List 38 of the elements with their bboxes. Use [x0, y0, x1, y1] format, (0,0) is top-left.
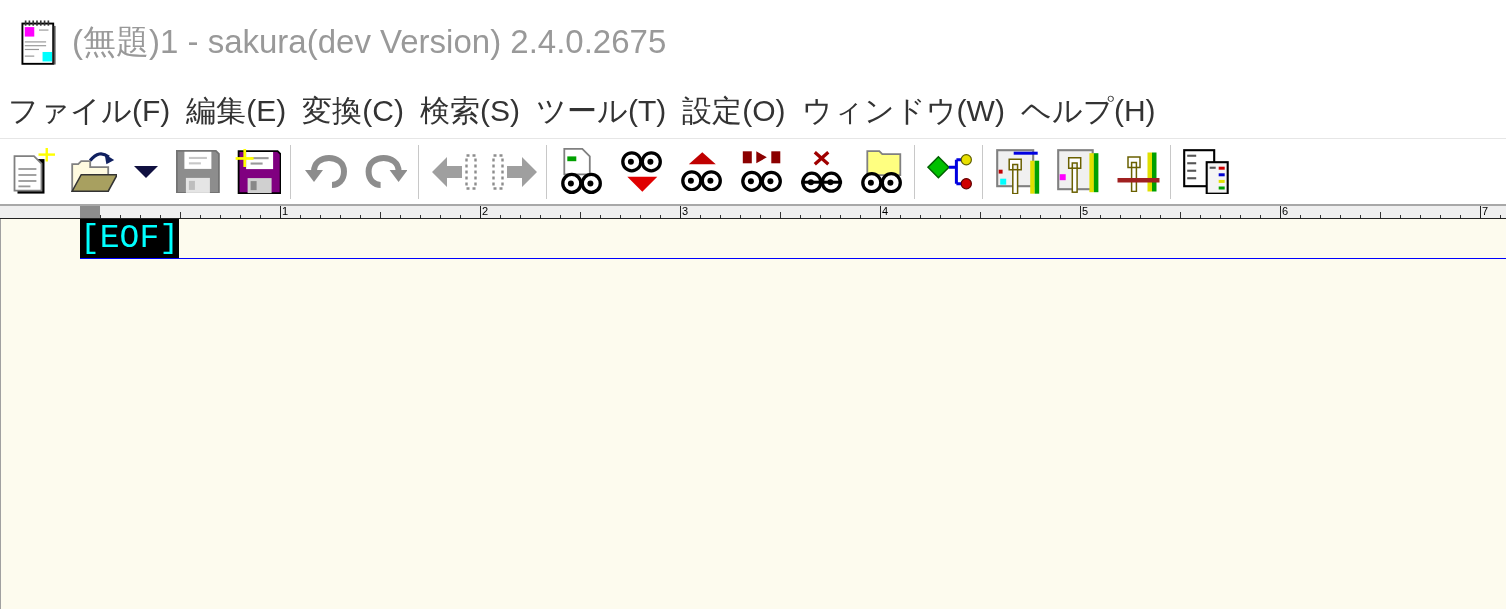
- eyes-arrow-down-icon: [621, 150, 663, 193]
- menu-item[interactable]: ウィンドウ(W): [793, 91, 1013, 132]
- window-title: (無題)1 - sakura(dev Version) 2.4.0.2675: [72, 22, 667, 62]
- menu-item[interactable]: ファイル(F): [0, 91, 179, 132]
- menu-item[interactable]: 検索(S): [411, 91, 528, 132]
- menu-item[interactable]: ツール(T): [527, 91, 675, 132]
- redo-icon: [364, 154, 408, 189]
- arrow-right-icon: [491, 153, 537, 190]
- eof-marker: [EOF]: [80, 219, 180, 258]
- text-editor-area[interactable]: [EOF]: [0, 219, 1506, 609]
- arrow-left-icon: [431, 153, 477, 190]
- document-eyes-icon: [561, 148, 603, 195]
- ruler-label: 6: [1281, 206, 1289, 217]
- menu-item[interactable]: ヘルプ(H): [1012, 91, 1164, 132]
- menu-item[interactable]: 設定(O): [674, 91, 794, 132]
- diagram-icon: [927, 153, 973, 190]
- ruler-label: 3: [681, 206, 689, 217]
- menu-item[interactable]: 編集(E): [178, 91, 295, 132]
- wrench-icon: [1116, 150, 1160, 193]
- folder-icon: [70, 150, 118, 193]
- ruler-label: 1: [281, 206, 289, 217]
- notepad-icon: [20, 20, 58, 65]
- ruler-label: 2: [481, 206, 489, 217]
- ruler-label: 5: [1081, 206, 1089, 217]
- document-icon: [12, 148, 56, 195]
- eyes-arrow-up-icon: [681, 151, 723, 192]
- caret-icon: [134, 165, 158, 178]
- ruler-label: 7: [1481, 206, 1489, 217]
- ruler-cursor-marker: [80, 206, 100, 218]
- eyes-arrow-icon: [741, 150, 783, 193]
- ruler-label: 4: [881, 206, 889, 217]
- table-icon: [1183, 148, 1229, 195]
- menu-item[interactable]: 変換(C): [294, 91, 412, 132]
- eyes-cross-icon: [801, 150, 843, 193]
- folder-eyes-icon: [861, 149, 903, 194]
- window-wrench-icon: [1056, 149, 1100, 194]
- undo-icon: [304, 154, 348, 189]
- window-wrench-icon: [995, 148, 1041, 195]
